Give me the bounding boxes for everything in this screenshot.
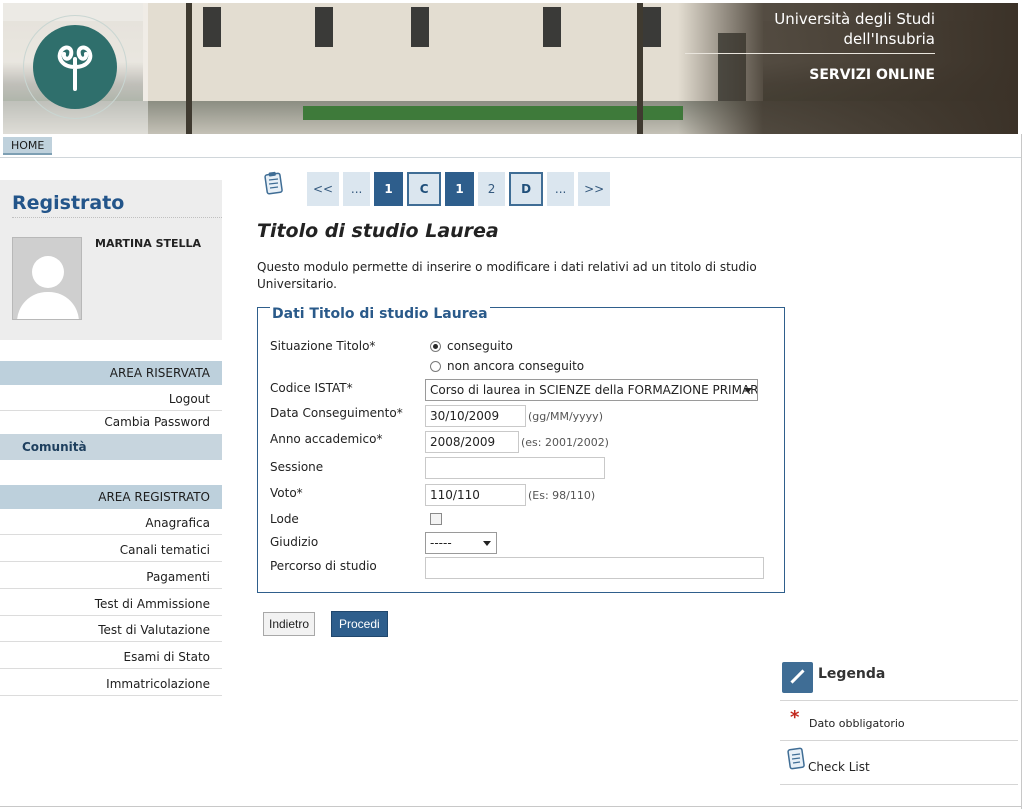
anno-label: Anno accademico*	[270, 432, 383, 446]
legend-divider	[780, 740, 1018, 741]
university-name: Università degli Studi dell'Insubria	[774, 9, 935, 49]
banner-lawn	[303, 106, 683, 120]
sidebar-item-test-ammissione[interactable]: Test di Ammissione	[0, 592, 222, 616]
chevron-down-icon	[744, 388, 752, 393]
radio-non-conseguito[interactable]: non ancora conseguito	[430, 359, 584, 373]
back-button[interactable]: Indietro	[263, 612, 316, 636]
pager-step-d[interactable]: D	[509, 172, 544, 206]
sessione-input[interactable]	[425, 457, 605, 479]
percorso-input[interactable]	[425, 557, 764, 579]
section-area-riservata: AREA RISERVATA	[0, 361, 222, 385]
university-name-line2: dell'Insubria	[843, 30, 935, 48]
pager-step-c[interactable]: C	[407, 172, 442, 206]
services-label: SERVIZI ONLINE	[809, 67, 935, 83]
sidebar-item-test-valutazione[interactable]: Test di Valutazione	[0, 618, 222, 642]
banner-tree	[637, 3, 643, 134]
university-seal-logo	[23, 15, 127, 119]
legend-required-text: Dato obbligatorio	[809, 717, 905, 730]
sidebar-item-anagrafica[interactable]: Anagrafica	[0, 511, 222, 535]
required-star-icon: *	[790, 707, 800, 728]
radio-label: conseguito	[447, 339, 513, 353]
proceed-button[interactable]: Procedi	[331, 611, 388, 637]
home-tab[interactable]: HOME	[3, 137, 53, 155]
page-right-border	[1021, 134, 1022, 809]
checklist-icon	[787, 747, 805, 770]
giudizio-value: -----	[430, 536, 452, 550]
legend-divider	[780, 700, 1018, 701]
pager-ellipsis[interactable]: ...	[547, 172, 575, 206]
legend-checklist-text: Check List	[808, 760, 870, 774]
pager-ellipsis[interactable]: ...	[343, 172, 371, 206]
istat-select[interactable]: Corso di laurea in SCIENZE della FORMAZI…	[425, 379, 758, 401]
university-name-line1: Università degli Studi	[774, 10, 935, 28]
legend-title: Legenda	[818, 666, 886, 682]
istat-label: Codice ISTAT*	[270, 381, 353, 395]
sidebar-item-esami-stato[interactable]: Esami di Stato	[0, 645, 222, 669]
pager-first[interactable]: <<	[307, 172, 340, 206]
sidebar-title-divider	[12, 217, 222, 218]
voto-hint: (Es: 98/110)	[528, 489, 596, 502]
lode-checkbox[interactable]	[430, 513, 442, 525]
pager-step-2[interactable]: 2	[478, 172, 506, 206]
sidebar-item-logout[interactable]: Logout	[0, 387, 222, 411]
sidebar-item-immatricolazione[interactable]: Immatricolazione	[0, 672, 222, 696]
banner-tree	[186, 3, 192, 134]
sessione-label: Sessione	[270, 460, 324, 474]
percorso-label: Percorso di studio	[270, 559, 377, 573]
data-conseguimento-input[interactable]: 30/10/2009	[425, 405, 526, 427]
page-title: Titolo di studio Laurea	[257, 220, 499, 242]
radio-button[interactable]	[430, 340, 441, 352]
intro-text: Questo modulo permette di inserire o mod…	[257, 260, 757, 291]
top-nav: HOME	[0, 134, 1022, 158]
pin-icon	[782, 662, 813, 693]
section-area-registrato: AREA REGISTRATO	[0, 485, 222, 509]
sidebar-item-canali-tematici[interactable]: Canali tematici	[0, 538, 222, 562]
pager-step-1[interactable]: 1	[374, 172, 404, 206]
giudizio-select[interactable]: -----	[425, 532, 497, 554]
sidebar-title: Registrato	[12, 192, 125, 214]
page-bottom-border	[0, 806, 1022, 807]
banner-building	[143, 3, 763, 103]
voto-label: Voto*	[270, 486, 303, 500]
sidebar-item-pagamenti[interactable]: Pagamenti	[0, 565, 222, 589]
pager-last[interactable]: >>	[578, 172, 611, 206]
logo-area	[3, 3, 148, 134]
giudizio-label: Giudizio	[270, 535, 319, 549]
radio-label: non ancora conseguito	[447, 359, 585, 373]
header-banner: Università degli Studi dell'Insubria SER…	[3, 3, 1018, 134]
data-label: Data Conseguimento*	[270, 406, 403, 420]
chevron-down-icon	[483, 541, 491, 546]
pager-step-1-current[interactable]: 1	[445, 172, 475, 206]
avatar	[12, 237, 82, 320]
user-name: MARTINA STELLA	[95, 237, 202, 250]
header-divider	[685, 53, 935, 54]
radio-button[interactable]	[430, 360, 441, 372]
legend-divider	[780, 784, 1018, 785]
form-legend: Dati Titolo di studio Laurea	[270, 306, 490, 322]
radio-conseguito[interactable]: conseguito	[430, 339, 513, 353]
lode-label: Lode	[270, 512, 299, 526]
sidebar-item-cambia-password[interactable]: Cambia Password	[0, 410, 222, 434]
anno-hint: (es: 2001/2002)	[521, 436, 609, 449]
data-hint: (gg/MM/yyyy)	[528, 410, 603, 423]
step-pager: << ... 1 C 1 2 D ... >>	[307, 172, 611, 206]
checklist-icon	[264, 171, 283, 195]
anno-accademico-input[interactable]: 2008/2009	[425, 431, 519, 453]
situazione-label: Situazione Titolo*	[270, 339, 376, 353]
sidebar-item-comunita[interactable]: Comunità	[0, 434, 222, 460]
istat-value: Corso di laurea in SCIENZE della FORMAZI…	[430, 383, 758, 397]
voto-input[interactable]: 110/110	[425, 484, 526, 506]
